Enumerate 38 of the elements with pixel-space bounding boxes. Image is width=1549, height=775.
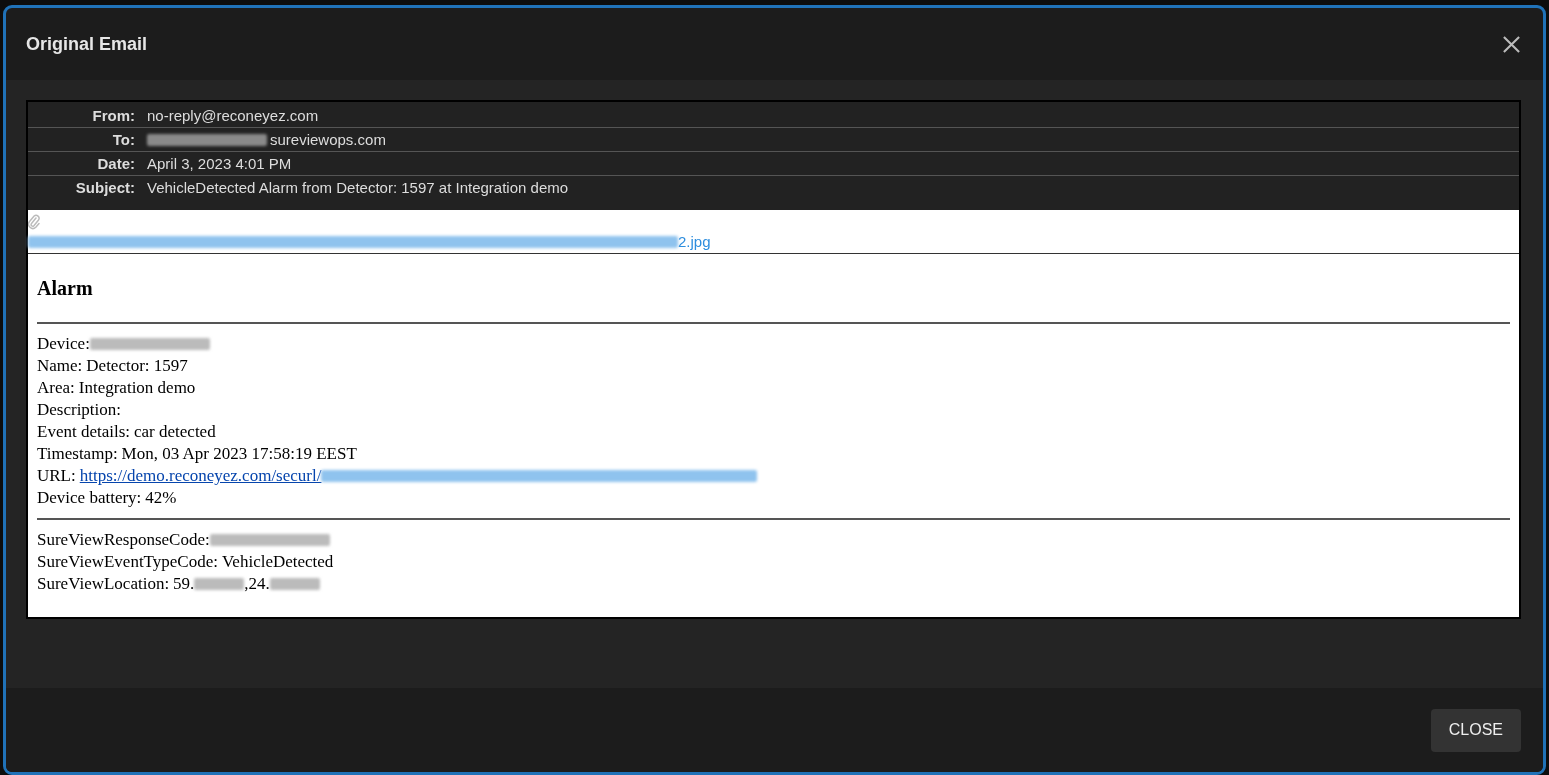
close-button[interactable]: CLOSE	[1430, 708, 1521, 752]
field-label: URL:	[37, 465, 76, 487]
value-text: 42%	[145, 487, 177, 509]
value-text: ,24.	[244, 573, 270, 595]
redacted-link[interactable]	[321, 470, 758, 482]
value-text: April 3, 2023 4:01 PM	[147, 155, 292, 172]
field-label: SureViewLocation:	[37, 573, 170, 595]
value-text: sureviewops.com	[270, 131, 386, 148]
header-label: To:	[111, 131, 136, 148]
field-label: Area:	[37, 377, 75, 399]
attachment-link[interactable]: 2.jpg	[678, 233, 711, 250]
field-label: SureViewEventTypeCode:	[37, 551, 218, 573]
header-label: From:	[91, 107, 136, 124]
redacted-text	[269, 578, 320, 590]
field-label: Device:	[37, 333, 90, 355]
header-label: Subject:	[74, 179, 136, 196]
redacted-link[interactable]	[28, 235, 678, 248]
value-text: VehicleDetected	[221, 551, 334, 573]
close-icon[interactable]	[1502, 34, 1521, 54]
value-text: Mon, 03 Apr 2023 17:58:19 EEST	[121, 443, 357, 465]
email-heading: Alarm	[37, 277, 94, 300]
value-text: no-reply@reconeyez.com	[147, 107, 319, 124]
value-text: Detector: 1597	[86, 355, 188, 377]
header-label: Date:	[96, 155, 136, 172]
dialog-title: Original Email	[26, 33, 148, 55]
value-text: 59.	[173, 573, 195, 595]
field-label: Event details:	[37, 421, 130, 443]
field-label: SureViewResponseCode:	[37, 529, 210, 551]
field-label: Description:	[37, 399, 122, 421]
redacted-text	[194, 578, 245, 590]
field-label: Name:	[37, 355, 83, 377]
value-text: car detected	[134, 421, 216, 443]
field-label: Timestamp:	[37, 443, 118, 465]
paperclip-icon	[28, 214, 40, 230]
field-label: Device battery:	[37, 487, 142, 509]
value-text: VehicleDetected Alarm from Detector: 1597 at Integration demo	[147, 179, 569, 196]
value-text: Integration demo	[78, 377, 196, 399]
url-link[interactable]: https://demo.reconeyez.com/securl/	[79, 465, 322, 487]
